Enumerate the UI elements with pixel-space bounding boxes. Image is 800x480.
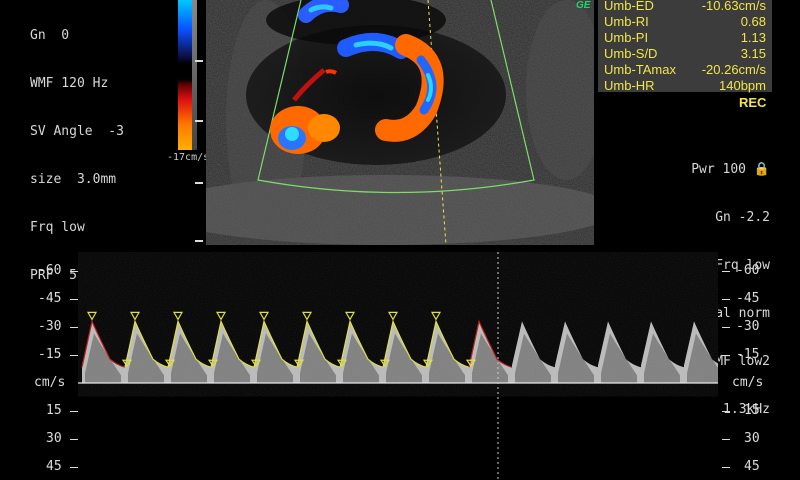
axis-tick xyxy=(722,271,730,272)
spectrum-svg xyxy=(78,252,718,480)
axis-tick xyxy=(722,327,730,328)
ultrasound-image-svg xyxy=(206,0,594,245)
doppler-spectrum xyxy=(78,252,718,480)
ge-logo: GE xyxy=(576,0,591,11)
measurement-value: -20.26cm/s xyxy=(701,62,766,77)
measurement-value: -10.63cm/s xyxy=(701,0,766,13)
axis-tick xyxy=(70,355,78,356)
velocity-tick-label: 30 xyxy=(744,431,760,446)
velocity-tick-label: 45 xyxy=(744,459,760,474)
param-frequency: Frq low xyxy=(30,220,85,235)
pw-power: Pwr 100 🔒 xyxy=(691,162,770,177)
axis-tick xyxy=(70,299,78,300)
velocity-unit-label: cm/s xyxy=(732,375,764,390)
axis-tick xyxy=(722,299,730,300)
axis-tick xyxy=(70,467,78,468)
measurement-value: 140bpm xyxy=(719,78,766,93)
param-size: size 3.0mm xyxy=(30,172,117,187)
velocity-tick-label: -30 xyxy=(736,319,760,334)
measurement-label: Umb-ED xyxy=(604,0,654,13)
velocity-tick-label: -15 xyxy=(736,347,760,362)
velocity-tick-label: 15 xyxy=(744,403,760,418)
velocity-tick-label: -60 xyxy=(38,263,62,278)
param-gain: Gn 0 xyxy=(30,28,70,43)
color-velocity-bar xyxy=(178,0,192,150)
depth-tick xyxy=(195,120,203,122)
axis-tick xyxy=(70,411,78,412)
axis-tick xyxy=(722,411,730,412)
velocity-tick-label: -30 xyxy=(38,319,62,334)
depth-tick xyxy=(195,240,203,242)
velocity-tick-label: 30 xyxy=(46,431,62,446)
measurement-value: 0.68 xyxy=(740,14,766,29)
recording-indicator: REC xyxy=(739,95,767,110)
axis-tick xyxy=(722,355,730,356)
axis-tick xyxy=(70,439,78,440)
pw-gain: Gn -2.2 xyxy=(715,210,770,225)
grayscale-bar xyxy=(192,0,197,150)
color-doppler-image xyxy=(206,0,594,245)
measurement-label: Umb-TAmax xyxy=(604,62,676,77)
velocity-tick-label: 45 xyxy=(46,459,62,474)
measurement-label: Umb-RI xyxy=(604,14,649,29)
measurement-label: Umb-HR xyxy=(604,78,655,93)
measurement-value: 1.13 xyxy=(740,30,766,45)
axis-tick xyxy=(722,439,730,440)
velocity-tick-label: -45 xyxy=(38,291,62,306)
velocity-unit-label: cm/s xyxy=(34,375,66,390)
axis-tick xyxy=(70,327,78,328)
velocity-tick-label: 15 xyxy=(46,403,62,418)
measurement-panel: Umb-ED -10.63cm/s Umb-RI 0.68 Umb-PI 1.1… xyxy=(598,0,772,93)
depth-tick xyxy=(195,60,203,62)
colorbar-min-label: -17cm/s xyxy=(167,152,210,163)
axis-tick xyxy=(722,467,730,468)
measurement-value: 3.15 xyxy=(740,46,766,61)
measurement-label: Umb-PI xyxy=(604,30,649,45)
axis-tick xyxy=(70,271,78,272)
measurement-label: Umb-S/D xyxy=(604,46,658,61)
depth-tick xyxy=(195,182,203,184)
param-sv-angle: SV Angle -3 xyxy=(30,124,124,139)
velocity-tick-label: -45 xyxy=(736,291,760,306)
param-wmf: WMF 120 Hz xyxy=(30,76,109,91)
speckle-overlay xyxy=(78,252,718,383)
velocity-tick-label: -60 xyxy=(736,263,760,278)
velocity-tick-label: -15 xyxy=(38,347,62,362)
spectral-envelope xyxy=(78,252,718,383)
